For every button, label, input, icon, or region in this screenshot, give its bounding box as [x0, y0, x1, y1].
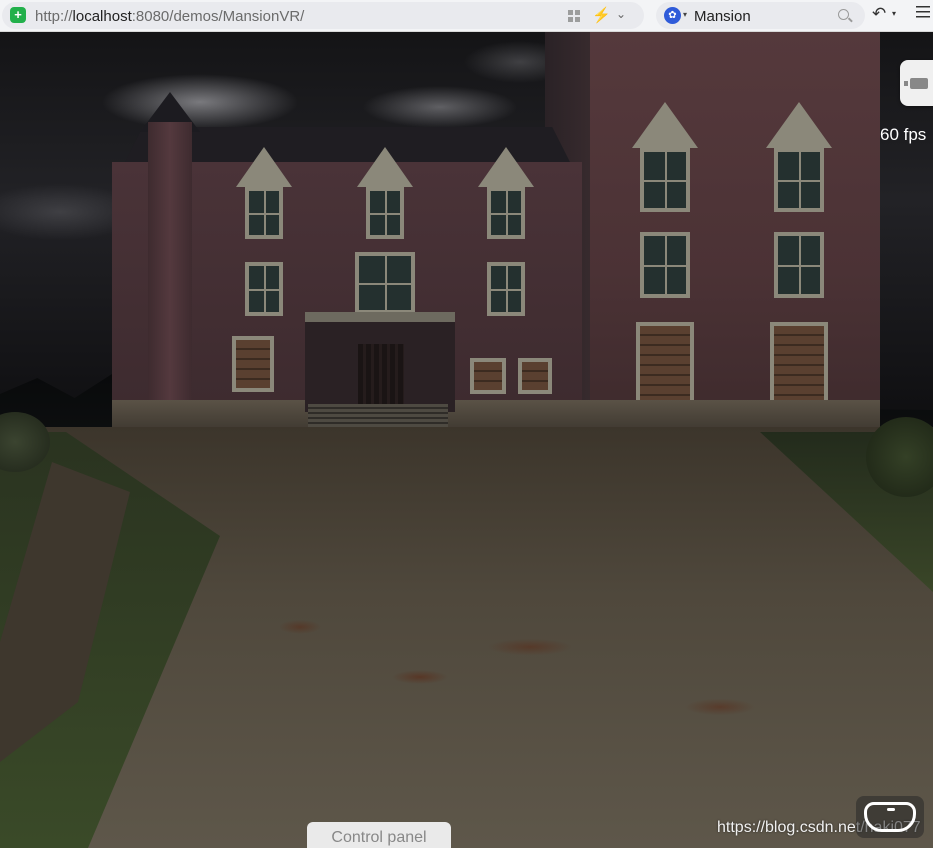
mansion-east-wing [590, 32, 880, 432]
url-prefix: http:// [35, 8, 73, 25]
shield-icon[interactable]: + [10, 7, 26, 23]
url-path: :8080/demos/MansionVR/ [131, 8, 305, 25]
mansion-window [774, 232, 824, 298]
mansion-window [366, 187, 404, 239]
search-icon[interactable] [838, 9, 849, 20]
mansion-window [355, 252, 415, 314]
vr-scene-canvas[interactable] [0, 32, 933, 848]
vr-camera-toggle[interactable] [900, 60, 933, 106]
baidu-paw-icon[interactable]: ✿ [664, 7, 681, 24]
qr-code-icon[interactable] [568, 10, 580, 22]
boarded-window [470, 358, 506, 394]
chevron-down-icon[interactable]: ▾ [683, 10, 687, 19]
mansion-window [774, 148, 824, 212]
control-panel-button[interactable]: Control panel [307, 822, 451, 848]
mansion-window [487, 187, 525, 239]
boarded-window [518, 358, 552, 394]
search-input[interactable]: Mansion [694, 8, 751, 25]
mansion-door [358, 344, 404, 404]
address-text[interactable]: http://localhost:8080/demos/MansionVR/ [35, 8, 304, 25]
camera-icon [904, 78, 928, 89]
mansion-window [245, 187, 283, 239]
mansion-window [640, 232, 690, 298]
browser-toolbar: + http://localhost:8080/demos/MansionVR/… [0, 0, 933, 32]
url-host: localhost [72, 8, 132, 25]
menu-icon[interactable] [916, 6, 930, 18]
enter-vr-button[interactable] [856, 796, 924, 838]
fps-counter: 60 fps [880, 125, 927, 144]
mansion-turret [148, 122, 192, 432]
boarded-window [636, 322, 694, 412]
mansion-window [640, 148, 690, 212]
chevron-down-icon[interactable]: ▾ [892, 9, 896, 18]
search-bar[interactable]: ✿ ▾ Mansion [656, 2, 865, 29]
mansion-window [245, 262, 283, 316]
chevron-down-icon[interactable]: ⌄ [616, 7, 626, 21]
boarded-window [770, 322, 828, 412]
vr-headset-icon [864, 802, 916, 832]
lightning-icon[interactable]: ⚡ [592, 6, 611, 24]
address-bar[interactable]: + http://localhost:8080/demos/MansionVR/… [2, 2, 644, 29]
undo-icon[interactable]: ↶ [872, 4, 886, 24]
mansion-window [487, 262, 525, 316]
boarded-window [232, 336, 274, 392]
